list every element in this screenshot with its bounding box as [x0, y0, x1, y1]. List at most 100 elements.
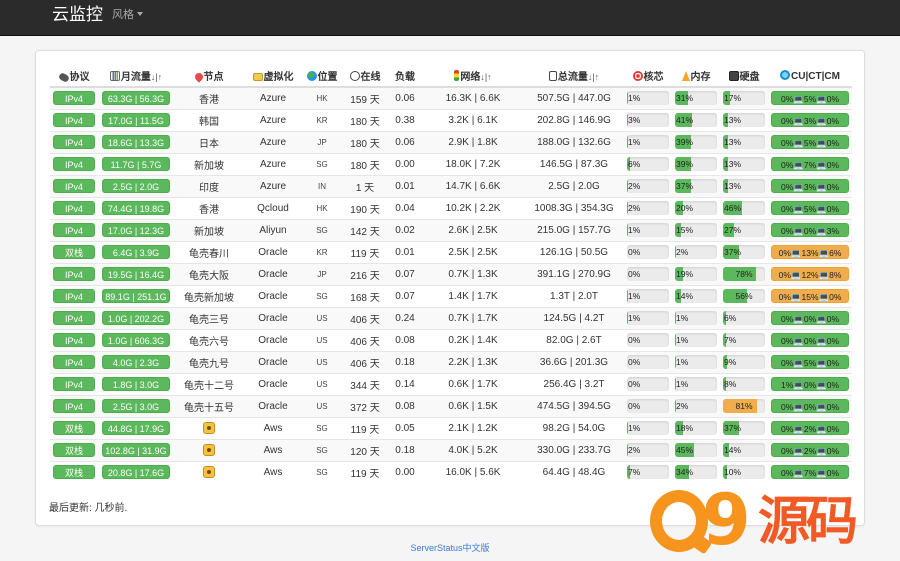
location-code: US: [316, 313, 328, 323]
col-load[interactable]: 负载: [388, 65, 422, 88]
monthly-traffic-badge: 18.6G | 13.3G: [102, 135, 170, 149]
uptime-text: 216 天: [350, 270, 380, 282]
node-name: 新加坡: [194, 160, 224, 172]
col-memory[interactable]: 内存: [672, 65, 720, 88]
load-text: 0.06: [395, 92, 415, 104]
total-traffic-text: 126.1G | 50.5G: [539, 246, 609, 258]
cpu-usage-text: 2%: [628, 203, 641, 213]
disk-usage-text: 6%: [724, 313, 737, 323]
network-text: 0.2K | 1.4K: [448, 334, 498, 346]
sort-icon[interactable]: ↓|↑: [151, 72, 162, 82]
cpu-usage-bar: 0%: [627, 333, 669, 347]
location-code: US: [316, 335, 328, 345]
cucm-latency-badge: 0%💻0%💻0%: [771, 333, 849, 347]
virtualization-text: Azure: [259, 136, 287, 148]
cpu-usage-bar: 0%: [627, 355, 669, 369]
disk-usage-bar: 13%: [723, 157, 765, 171]
monthly-traffic-badge: 20.8G | 17.6G: [102, 465, 170, 480]
cpu-usage-text: 3%: [628, 115, 641, 125]
style-dropdown[interactable]: 风格: [112, 8, 143, 22]
mem-usage-text: 37%: [676, 181, 694, 191]
cpu-usage-text: 0%: [628, 379, 641, 389]
mem-usage-bar: 31%: [675, 91, 717, 106]
uptime-text: 180 天: [350, 138, 380, 150]
table-row: IPv4 1.8G | 3.0G 龟壳十二号 Oracle US 344 天 0.14 0.6…: [50, 372, 852, 395]
location-code: SG: [316, 225, 328, 235]
server-table: 协议 月流量↓|↑ 节点 虚拟化 位置 在线 负载 网络↓|↑ 总流量↓|↑ 核…: [50, 65, 852, 483]
cpu-usage-bar: 1%: [627, 289, 669, 303]
col-cpu[interactable]: 核芯: [624, 65, 672, 88]
total-traffic-text: 146.5G | 87.3G: [539, 158, 609, 170]
mem-usage-bar: 1%: [675, 355, 717, 369]
load-text: 0.00: [395, 466, 415, 478]
col-total-traffic[interactable]: 总流量↓|↑: [524, 65, 624, 88]
total-traffic-text: 391.1G | 270.9G: [537, 268, 611, 280]
network-text: 0.7K | 1.3K: [448, 268, 498, 280]
monthly-traffic-badge: 44.8G | 17.9G: [102, 421, 170, 435]
mem-usage-text: 31%: [676, 93, 694, 104]
total-traffic-text: 36.6G | 201.3G: [539, 356, 609, 368]
mem-usage-text: 1%: [676, 357, 689, 367]
mem-usage-text: 34%: [676, 467, 694, 478]
cpu-usage-text: 2%: [628, 181, 641, 191]
load-text: 0.07: [395, 290, 415, 302]
network-text: 16.3K | 6.6K: [445, 92, 501, 104]
uptime-text: 344 天: [350, 380, 380, 392]
disk-usage-text: 13%: [724, 115, 742, 125]
cucm-latency-badge: 0%💻0%💻3%: [771, 223, 849, 237]
disk-usage-text: 14%: [724, 445, 742, 455]
sort-icon[interactable]: ↓|↑: [588, 72, 599, 82]
protocol-badge: 双栈: [53, 245, 95, 259]
protocol-badge: 双栈: [53, 421, 95, 435]
col-uptime[interactable]: 在线: [342, 65, 388, 88]
virtualization-text: Aliyun: [259, 224, 287, 236]
sort-icon[interactable]: ↓|↑: [480, 72, 491, 82]
virtualization-text: Azure: [259, 158, 287, 170]
col-virtualization[interactable]: 虚拟化: [244, 65, 302, 88]
monthly-traffic-badge: 1.0G | 606.3G: [102, 333, 170, 347]
cpu-usage-text: 0%: [628, 357, 641, 367]
table-row: IPv4 1.0G | 202.2G 龟壳三号 Oracle US 406 天 0.24 0.…: [50, 306, 852, 329]
col-disk[interactable]: 硬盘: [720, 65, 768, 88]
uptime-text: 406 天: [350, 358, 380, 370]
table-row: IPv4 4.0G | 2.3G 龟壳九号 Oracle US 406 天 0.18 2.2K…: [50, 350, 852, 373]
lightning-icon: [681, 71, 690, 81]
uptime-text: 1 天: [355, 182, 375, 194]
col-node[interactable]: 节点: [174, 65, 244, 88]
monthly-traffic-badge: 4.0G | 2.3G: [102, 355, 170, 369]
load-text: 0.38: [395, 114, 415, 126]
brand-title[interactable]: 云监控: [52, 5, 103, 25]
mem-usage-text: 1%: [676, 313, 689, 323]
virtualization-text: Aws: [263, 422, 283, 434]
mem-usage-bar: 1%: [675, 377, 717, 391]
mem-usage-text: 1%: [676, 379, 689, 389]
disk-usage-bar: 8%: [723, 377, 765, 391]
mem-usage-bar: 18%: [675, 421, 717, 435]
network-text: 2.2K | 1.3K: [448, 356, 498, 368]
load-text: 0.05: [395, 422, 415, 434]
uptime-text: 119 天: [350, 248, 380, 260]
location-code: US: [316, 379, 328, 389]
total-traffic-text: 98.2G | 54.0G: [542, 422, 606, 434]
col-monthly-traffic[interactable]: 月流量↓|↑: [98, 65, 174, 88]
mem-usage-text: 15%: [676, 225, 694, 235]
col-protocol[interactable]: 协议: [50, 65, 98, 88]
node-name: 龟壳新加坡: [184, 292, 234, 304]
col-cucm[interactable]: CU|CT|CM: [768, 65, 852, 88]
location-code: JP: [317, 137, 327, 147]
virtualization-text: Azure: [259, 180, 287, 192]
uptime-text: 190 天: [350, 204, 380, 216]
total-traffic-text: 124.5G | 4.2T: [543, 312, 605, 324]
col-network[interactable]: 网络↓|↑: [422, 65, 524, 88]
cpu-usage-bar: 2%: [627, 201, 669, 215]
network-text: 2.5K | 2.5K: [448, 246, 498, 258]
col-location[interactable]: 位置: [302, 65, 342, 88]
uptime-text: 119 天: [350, 468, 380, 480]
q9-watermark-logo: 9 源码: [650, 485, 900, 561]
table-row: IPv4 1.0G | 606.3G 龟壳六号 Oracle US 406 天 0.08 0.…: [50, 328, 852, 351]
load-text: 0.18: [395, 444, 415, 456]
mem-usage-bar: 39%: [675, 135, 717, 149]
monthly-traffic-badge: 19.5G | 16.4G: [102, 267, 170, 281]
location-code: SG: [316, 423, 328, 433]
cpu-usage-text: 6%: [628, 159, 641, 169]
